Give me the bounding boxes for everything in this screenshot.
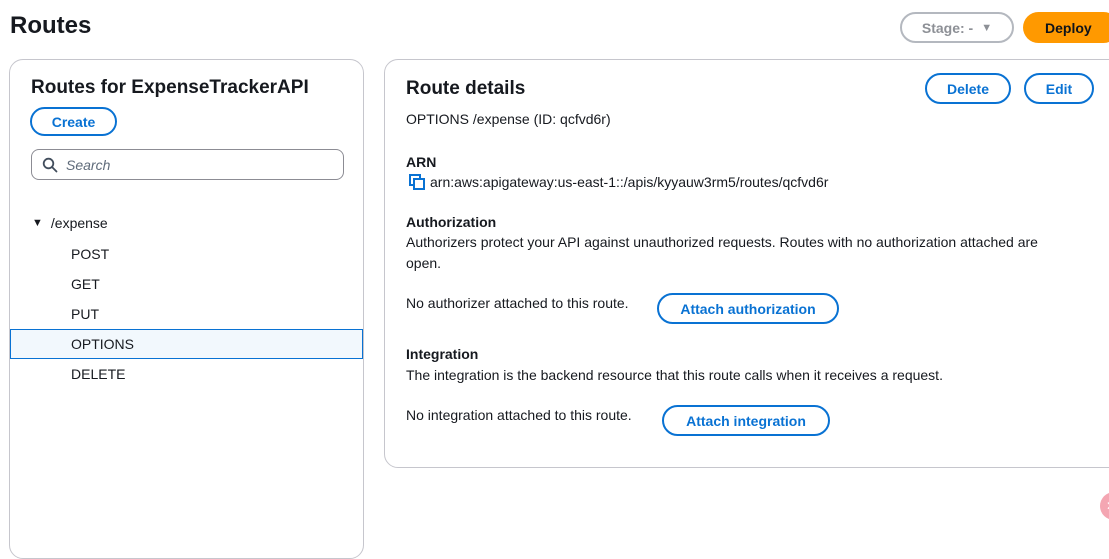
deploy-button[interactable]: Deploy	[1023, 12, 1109, 43]
arn-value: arn:aws:apigateway:us-east-1::/apis/kyya…	[430, 174, 829, 190]
integration-label: Integration	[406, 346, 479, 362]
search-field[interactable]	[31, 149, 344, 180]
stage-label: Stage: -	[921, 19, 974, 36]
attach-authorization-button[interactable]: Attach authorization	[657, 293, 839, 324]
feedback-icon[interactable]: ✕	[1100, 492, 1109, 520]
authorization-description: Authorizers protect your API against una…	[406, 234, 1038, 271]
method-item-delete[interactable]: DELETE	[10, 359, 363, 389]
method-item-get[interactable]: GET	[10, 269, 363, 299]
tree-node-expense[interactable]: ▼ /expense	[32, 215, 108, 231]
stage-select-button[interactable]: Stage: - ▼	[900, 12, 1014, 43]
attach-integration-button[interactable]: Attach integration	[662, 405, 830, 436]
integration-status: No integration attached to this route.	[406, 407, 632, 423]
arn-label: ARN	[406, 154, 437, 170]
edit-button[interactable]: Edit	[1024, 73, 1094, 104]
page-title: Routes	[10, 12, 92, 39]
method-item-options[interactable]: OPTIONS	[10, 329, 363, 359]
search-icon	[42, 157, 58, 172]
route-details-panel: Route details Delete Edit OPTIONS /expen…	[384, 59, 1109, 468]
routes-panel-title: Routes for ExpenseTrackerAPI	[31, 77, 309, 98]
method-list: POST GET PUT OPTIONS DELETE	[10, 239, 363, 389]
search-input[interactable]	[66, 156, 326, 173]
routes-panel: Routes for ExpenseTrackerAPI Create ▼ /e…	[9, 59, 364, 559]
caret-down-icon[interactable]: ▼	[32, 217, 43, 229]
create-route-button[interactable]: Create	[30, 107, 117, 136]
method-item-post[interactable]: POST	[10, 239, 363, 269]
arn-row: arn:aws:apigateway:us-east-1::/apis/kyya…	[409, 174, 828, 190]
caret-down-icon: ▼	[981, 21, 993, 34]
delete-button[interactable]: Delete	[925, 73, 1011, 104]
authorization-label: Authorization	[406, 214, 497, 230]
copy-icon[interactable]	[409, 174, 425, 190]
method-item-put[interactable]: PUT	[10, 299, 363, 329]
integration-description: The integration is the backend resource …	[406, 367, 943, 383]
authorization-status: No authorizer attached to this route.	[406, 295, 629, 311]
tree-node-label: /expense	[50, 215, 108, 231]
route-subtitle: OPTIONS /expense (ID: qcfvd6r)	[406, 111, 611, 127]
route-details-title: Route details	[406, 78, 526, 99]
